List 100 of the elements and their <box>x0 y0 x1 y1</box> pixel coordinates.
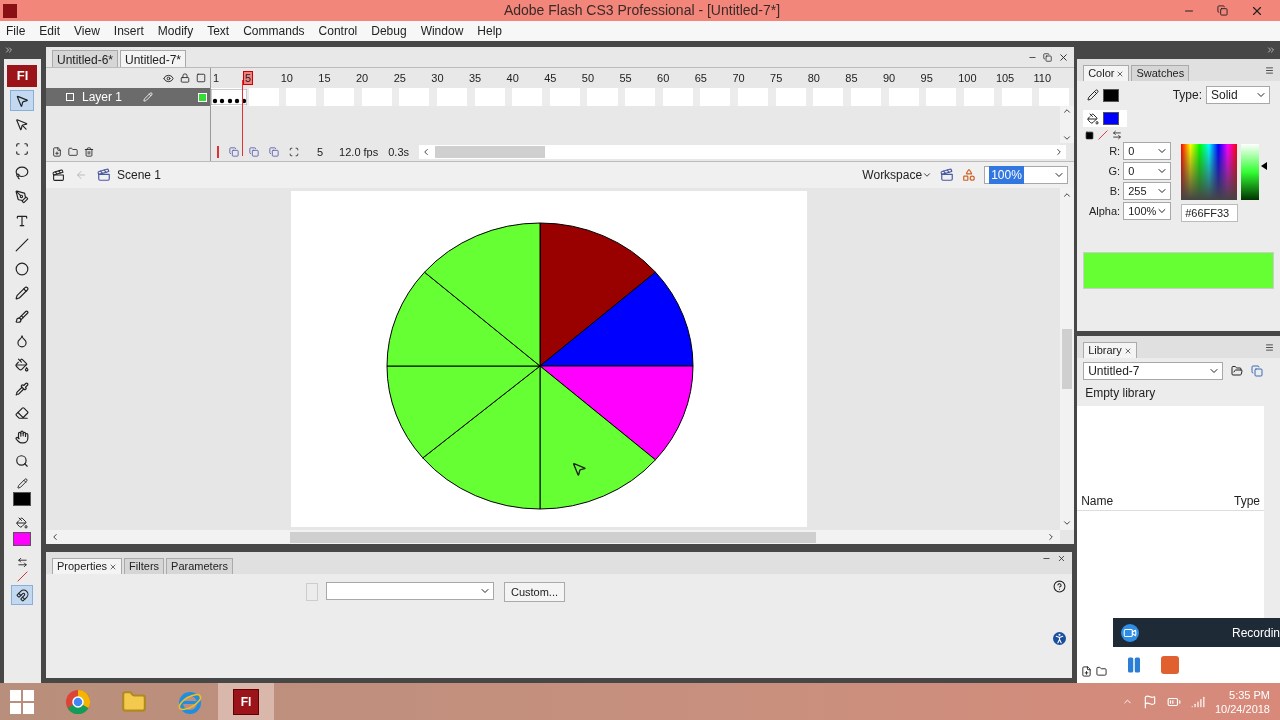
tool-button[interactable] <box>10 90 35 111</box>
scroll-thumb[interactable] <box>435 146 546 158</box>
value-field[interactable]: 255 <box>1123 182 1172 200</box>
expand-icon[interactable] <box>4 45 14 55</box>
menu-item[interactable]: Commands <box>243 22 305 40</box>
frame-number[interactable]: 80 <box>807 72 820 84</box>
color-spectrum[interactable] <box>1181 144 1238 200</box>
scroll-up-icon[interactable] <box>1062 190 1073 200</box>
scroll-thumb[interactable] <box>290 531 817 543</box>
menu-item[interactable]: Insert <box>113 22 144 40</box>
frame-number[interactable]: 60 <box>657 72 670 84</box>
edit-frames-icon[interactable] <box>268 147 279 157</box>
value-field[interactable]: 100% <box>1123 202 1172 220</box>
panel-tab[interactable]: Library <box>1083 342 1137 358</box>
folder-icon[interactable] <box>1096 666 1108 677</box>
default-colors-icon[interactable] <box>1085 130 1095 140</box>
scroll-down-icon[interactable] <box>1062 133 1073 143</box>
frame-number[interactable]: 15 <box>318 72 331 84</box>
lock-icon[interactable] <box>179 73 190 83</box>
document-tab[interactable]: Untitled-6* <box>51 50 118 67</box>
accessibility-icon[interactable] <box>1053 632 1067 645</box>
scrollbar[interactable] <box>1060 106 1075 143</box>
snap-button[interactable] <box>11 585 34 605</box>
dropdown-field[interactable] <box>325 582 494 600</box>
library-dropdown[interactable]: Untitled-7 <box>1083 362 1224 380</box>
taskbar-app[interactable]: Fl <box>218 683 274 720</box>
stroke-color-swatch[interactable] <box>1103 88 1120 102</box>
zoom-field[interactable]: 100% <box>984 166 1069 184</box>
menu-item[interactable]: Window <box>420 22 464 40</box>
no-color-icon[interactable] <box>17 571 28 582</box>
close-icon[interactable] <box>1123 346 1132 355</box>
swap-colors-icon[interactable] <box>1112 130 1123 140</box>
close-icon[interactable] <box>1058 51 1070 63</box>
frame-number[interactable]: 85 <box>845 72 858 84</box>
flag-icon[interactable] <box>1142 694 1157 709</box>
stroke-color-swatch[interactable] <box>13 492 32 506</box>
menu-item[interactable]: Modify <box>157 22 194 40</box>
panel-tab[interactable]: Color <box>1083 65 1130 81</box>
outline-icon[interactable] <box>195 73 206 83</box>
custom-button[interactable]: Custom... <box>503 582 566 602</box>
panel-tab[interactable]: Parameters <box>166 558 233 574</box>
frame-number[interactable]: 1 <box>212 72 220 84</box>
type-dropdown[interactable]: Solid <box>1206 86 1270 104</box>
menu-item[interactable]: File <box>6 22 26 40</box>
onion-skin-icon[interactable] <box>228 147 239 157</box>
scrollbar[interactable] <box>45 530 1061 544</box>
trash-icon[interactable] <box>83 147 94 157</box>
fill-color-swatch[interactable] <box>13 532 32 546</box>
column-header[interactable]: Name <box>1081 492 1114 510</box>
menu-item[interactable]: Debug <box>371 22 407 40</box>
brightness-slider[interactable] <box>1241 144 1268 200</box>
edit-scene-icon[interactable] <box>940 168 955 182</box>
panel-tab[interactable]: Properties <box>51 558 123 574</box>
menu-item[interactable]: Control <box>318 22 358 40</box>
help-icon[interactable] <box>1053 580 1067 593</box>
frame-number[interactable]: 95 <box>920 72 933 84</box>
workspace-menu[interactable]: Workspace <box>862 166 933 184</box>
close-icon[interactable] <box>109 562 118 571</box>
frame-number[interactable]: 45 <box>544 72 557 84</box>
menu-item[interactable]: Text <box>207 22 230 40</box>
frame-number[interactable]: 50 <box>581 72 595 84</box>
panel-menu-icon[interactable] <box>1265 65 1274 75</box>
frame-number[interactable]: 65 <box>694 72 707 84</box>
panel-tab[interactable]: Swatches <box>1131 65 1190 81</box>
restore-icon[interactable] <box>1217 5 1228 16</box>
frame-number[interactable]: 35 <box>468 72 482 84</box>
frame-number[interactable]: 100 <box>958 72 977 84</box>
menu-item[interactable]: Edit <box>39 22 61 40</box>
frame-number[interactable]: 40 <box>506 72 519 84</box>
folder-icon[interactable] <box>67 147 78 157</box>
no-color-icon[interactable] <box>1098 130 1109 140</box>
value-field[interactable]: 0 <box>1123 142 1172 160</box>
onion-outline-icon[interactable] <box>248 147 259 157</box>
new-symbol-icon[interactable] <box>1081 666 1093 677</box>
menu-item[interactable]: Help <box>477 22 502 40</box>
frame-number[interactable]: 90 <box>882 72 896 84</box>
frame-number[interactable]: 55 <box>619 72 632 84</box>
close-icon[interactable] <box>1116 69 1125 78</box>
layer-row[interactable]: Layer 1 <box>45 88 210 106</box>
column-header[interactable]: Type <box>1234 492 1260 510</box>
panel-menu-icon[interactable] <box>1265 342 1274 352</box>
scrollbar[interactable] <box>419 145 1067 159</box>
frame-number[interactable]: 30 <box>431 72 444 84</box>
eye-icon[interactable] <box>162 72 174 84</box>
playhead-icon[interactable] <box>216 146 219 158</box>
start-icon[interactable] <box>10 689 34 714</box>
fill-color-swatch[interactable] <box>1103 112 1120 125</box>
hex-field[interactable]: #66FF33 <box>1181 204 1239 222</box>
scroll-down-icon[interactable] <box>1062 518 1073 528</box>
scrollbar[interactable] <box>1060 188 1075 530</box>
restore-icon[interactable] <box>1043 52 1053 62</box>
new-library-icon[interactable] <box>1251 365 1264 377</box>
panel-tab[interactable]: Filters <box>124 558 165 574</box>
scroll-thumb[interactable] <box>1062 329 1073 389</box>
frame-number[interactable]: 10 <box>280 72 293 84</box>
frame-number[interactable]: 105 <box>995 72 1015 84</box>
collapse-icon[interactable] <box>1266 45 1276 55</box>
scroll-up-icon[interactable] <box>1062 106 1073 116</box>
frame-number[interactable]: 5 <box>243 71 254 85</box>
frame-number[interactable]: 20 <box>356 72 369 84</box>
